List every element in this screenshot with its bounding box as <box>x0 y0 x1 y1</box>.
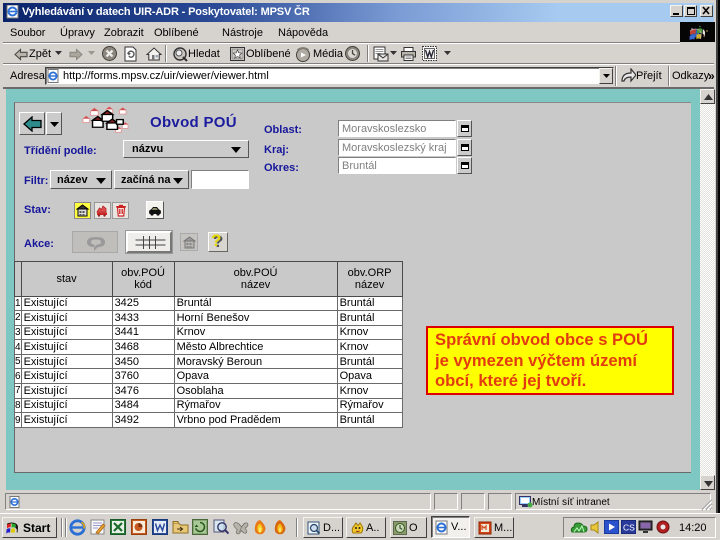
svg-text:CS: CS <box>623 523 635 533</box>
